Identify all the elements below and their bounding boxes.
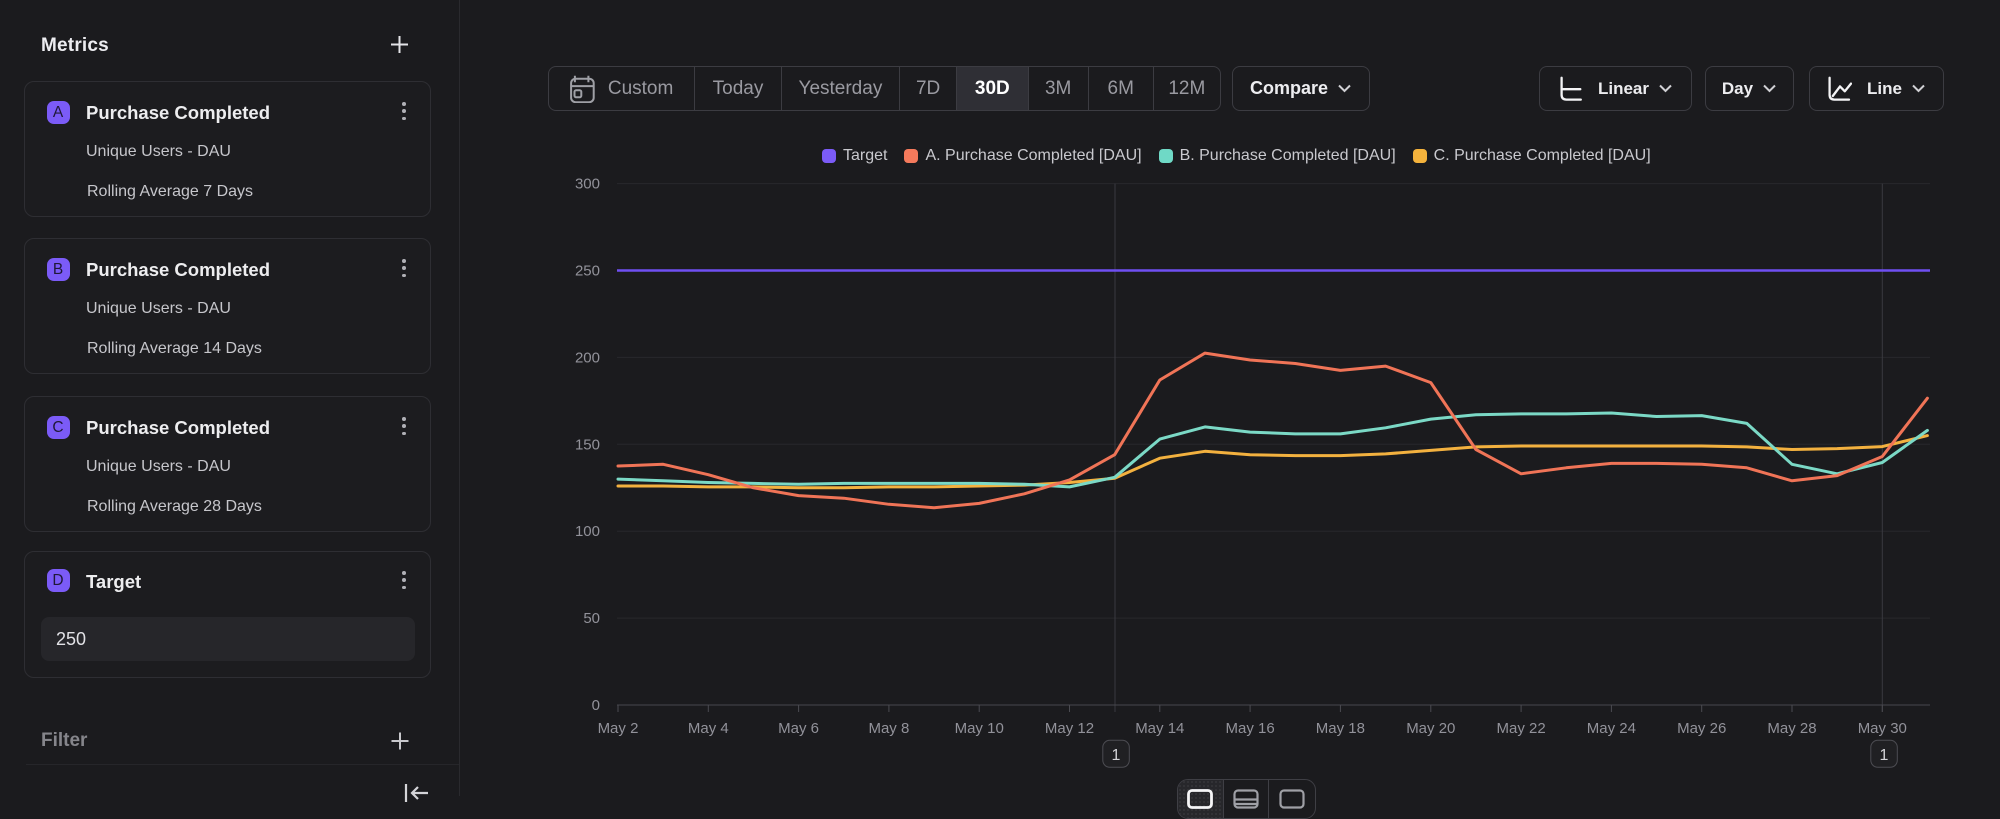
svg-text:May 30: May 30: [1858, 720, 1907, 737]
svg-text:150: 150: [575, 436, 600, 453]
svg-text:200: 200: [575, 349, 600, 366]
svg-text:May 22: May 22: [1496, 720, 1545, 737]
svg-text:1: 1: [1112, 747, 1121, 764]
svg-text:May 18: May 18: [1316, 720, 1365, 737]
svg-text:May 16: May 16: [1225, 720, 1274, 737]
svg-text:May 26: May 26: [1677, 720, 1726, 737]
svg-text:300: 300: [575, 176, 600, 193]
svg-text:May 24: May 24: [1587, 720, 1636, 737]
svg-text:May 12: May 12: [1045, 720, 1094, 737]
svg-text:1: 1: [1880, 747, 1889, 764]
svg-text:May 10: May 10: [955, 720, 1004, 737]
svg-text:May 28: May 28: [1767, 720, 1816, 737]
svg-text:100: 100: [575, 523, 600, 540]
svg-text:May 4: May 4: [688, 720, 729, 737]
svg-text:50: 50: [583, 610, 600, 627]
svg-text:0: 0: [592, 697, 600, 714]
svg-text:May 20: May 20: [1406, 720, 1455, 737]
svg-text:May 2: May 2: [598, 720, 639, 737]
svg-text:250: 250: [575, 263, 600, 280]
svg-text:May 6: May 6: [778, 720, 819, 737]
svg-text:May 14: May 14: [1135, 720, 1184, 737]
svg-text:May 8: May 8: [868, 720, 909, 737]
